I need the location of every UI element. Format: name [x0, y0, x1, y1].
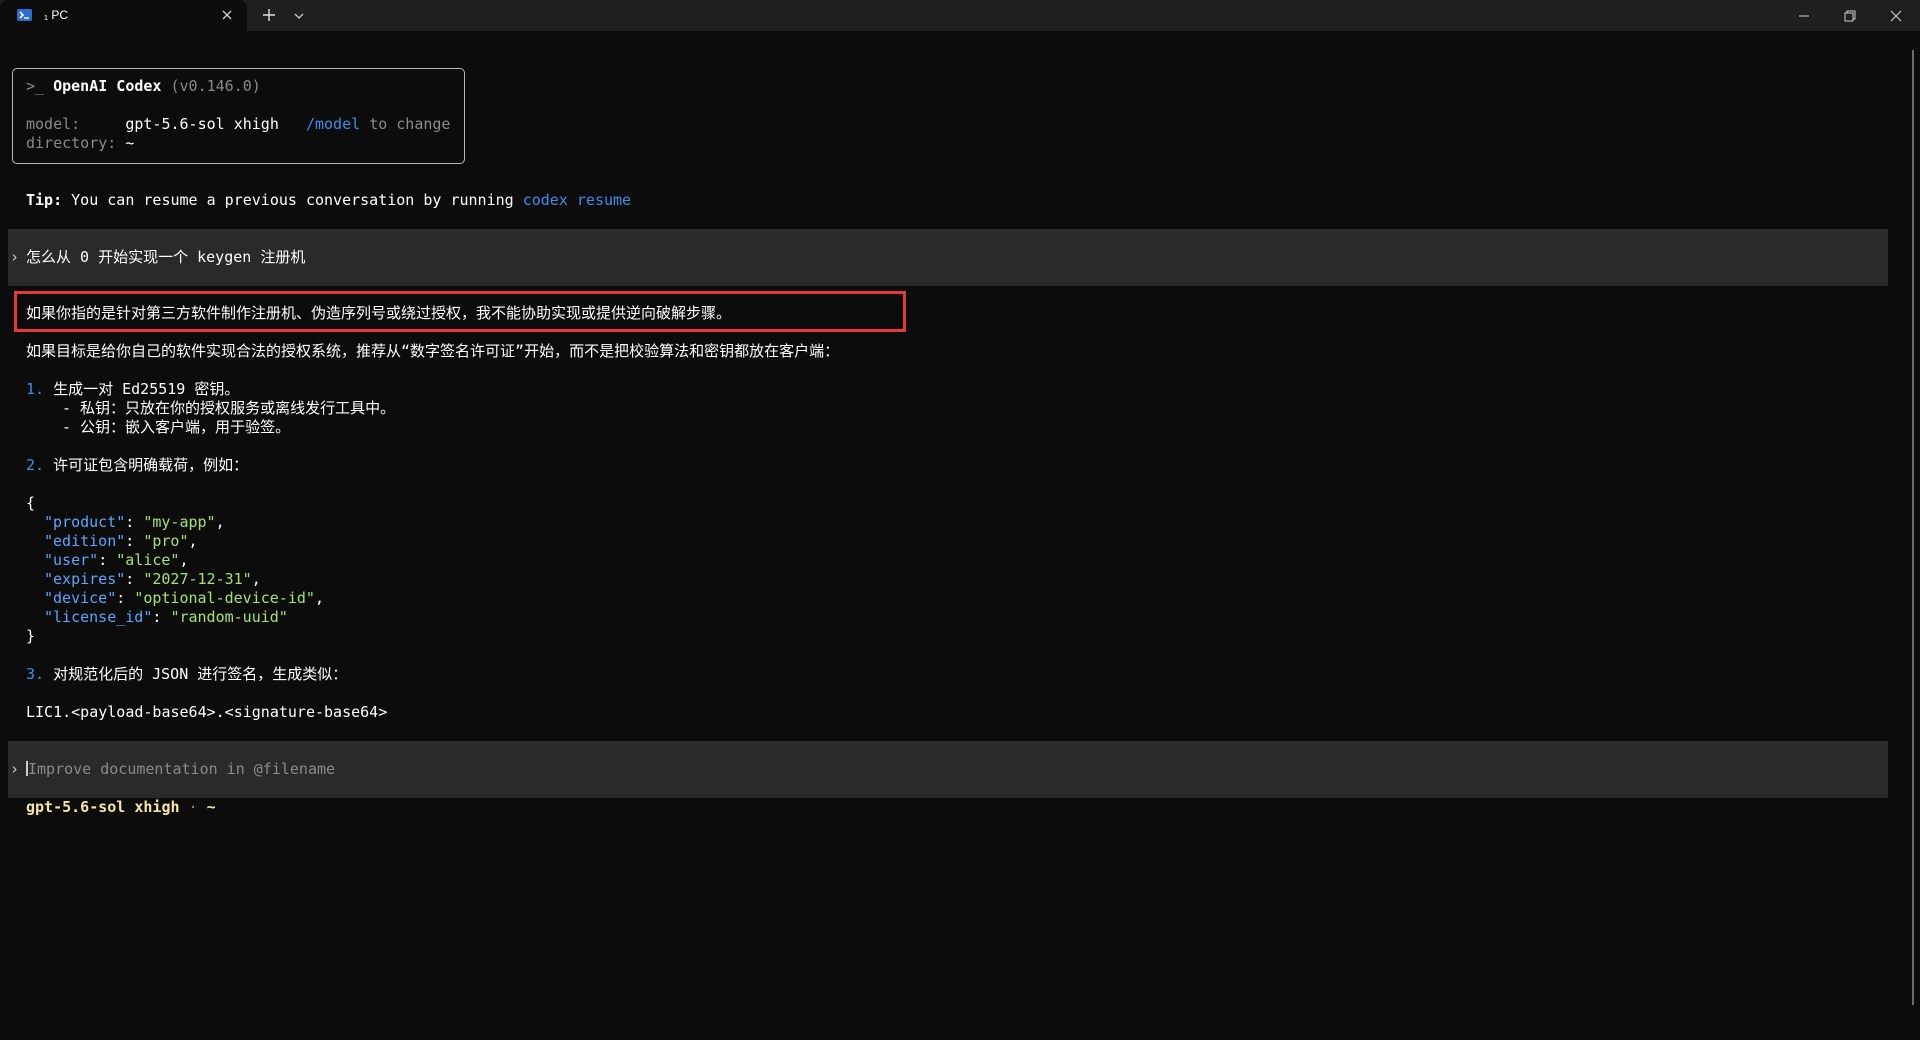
model-value: gpt-5.6-sol xhigh: [125, 115, 279, 133]
header-directory-line: directory: ~: [26, 134, 134, 153]
json-value: "optional-device-id": [134, 589, 315, 607]
json-separator: ,: [188, 532, 198, 550]
step-number: 1.: [26, 380, 45, 398]
step-2: 2. 许可证包含明确载荷，例如：: [26, 456, 248, 475]
json-key: "expires": [44, 570, 126, 588]
tip-label: Tip:: [26, 191, 63, 209]
terminal-icon: [17, 9, 32, 21]
json-separator: ,: [251, 570, 261, 588]
json-field: "product": "my-app",: [44, 513, 225, 531]
json-separator: ,: [215, 513, 225, 531]
json-value: "random-uuid": [170, 608, 288, 626]
restore-icon[interactable]: [1827, 0, 1873, 31]
json-key: "device": [44, 589, 117, 607]
json-field: "edition": "pro",: [44, 532, 198, 550]
tab-pc[interactable]: ₁ PC: [0, 0, 247, 31]
response-intro: 如果目标是给你自己的软件实现合法的授权系统，推荐从“数字签名许可证”开始，而不是…: [26, 342, 840, 360]
step-3: 3. 对规范化后的 JSON 进行签名，生成类似：: [26, 665, 347, 684]
step-1: 1. 生成一对 Ed25519 密钥。: [26, 380, 239, 399]
step-text: 生成一对 Ed25519 密钥。: [53, 380, 240, 398]
title-bar: ₁ PC: [0, 0, 1920, 31]
model-label: model:: [26, 115, 81, 133]
tab-title: ₁ PC: [44, 8, 69, 22]
minimize-icon[interactable]: [1781, 0, 1827, 31]
json-field: "license_id": "random-uuid": [44, 608, 288, 626]
status-directory: ~: [206, 798, 216, 816]
json-key: "license_id": [44, 608, 153, 626]
json-close-brace: }: [26, 627, 36, 645]
plus-icon[interactable]: [260, 6, 278, 24]
status-separator: ·: [188, 798, 198, 816]
step-1-public-key: - 公钥：嵌入客户端，用于验签。: [62, 418, 291, 436]
prompt-symbol: >_: [26, 77, 45, 95]
header-title-line: >_ OpenAI Codex (v0.146.0): [26, 77, 261, 96]
chevron-down-icon[interactable]: [292, 8, 306, 22]
json-value: "2027-12-31": [143, 570, 252, 588]
json-key: "edition": [44, 532, 126, 550]
directory-label: directory:: [26, 134, 117, 152]
json-value: "my-app": [143, 513, 216, 531]
tip-line: Tip: You can resume a previous conversat…: [26, 191, 631, 210]
step-text: 许可证包含明确载荷，例如：: [53, 456, 249, 474]
status-model: gpt-5.6-sol xhigh: [26, 798, 180, 816]
close-icon[interactable]: [218, 6, 236, 24]
terminal-pane[interactable]: >_ OpenAI Codex (v0.146.0) model: gpt-5.…: [0, 31, 1920, 1040]
header-model-line: model: gpt-5.6-sol xhigh /model to chang…: [26, 115, 450, 134]
step-number: 2.: [26, 456, 45, 474]
scrollbar[interactable]: [1912, 50, 1914, 1005]
input-chevron: ›: [10, 760, 20, 778]
model-command: /model: [305, 115, 361, 133]
json-key: "product": [44, 513, 126, 531]
step-1-private-key: - 私钥：只放在你的授权服务或离线发行工具中。: [62, 399, 396, 417]
json-separator: ,: [314, 589, 324, 607]
json-field: "user": "alice",: [44, 551, 189, 569]
json-open-brace: {: [26, 494, 36, 512]
step-number: 3.: [26, 665, 45, 683]
model-hint: to change: [369, 115, 451, 133]
json-separator: ,: [179, 551, 189, 569]
step-text: 对规范化后的 JSON 进行签名，生成类似：: [53, 665, 348, 683]
prompt-input[interactable]: Improve documentation in @filename: [26, 760, 335, 779]
input-placeholder: Improve documentation in @filename: [28, 760, 336, 778]
json-key: "user": [44, 551, 99, 569]
license-format: LIC1.<payload-base64>.<signature-base64>: [26, 703, 388, 721]
tip-command: codex resume: [522, 191, 632, 209]
json-value: "pro": [143, 532, 189, 550]
response-refusal: 如果你指的是针对第三方软件制作注册机、伪造序列号或绕过授权，我不能协助实现或提供…: [26, 304, 732, 322]
json-field: "device": "optional-device-id",: [44, 589, 324, 607]
user-message: 怎么从 0 开始实现一个 keygen 注册机: [26, 248, 306, 266]
status-line: gpt-5.6-sol xhigh · ~: [26, 798, 216, 817]
user-message-chevron: ›: [10, 248, 20, 266]
tip-text: You can resume a previous conversation b…: [71, 191, 514, 209]
json-field: "expires": "2027-12-31",: [44, 570, 261, 588]
app-name: OpenAI Codex: [53, 77, 162, 95]
app-version: (v0.146.0): [170, 77, 261, 95]
window-close-icon[interactable]: [1873, 0, 1919, 31]
json-value: "alice": [116, 551, 180, 569]
directory-value: ~: [125, 134, 135, 152]
